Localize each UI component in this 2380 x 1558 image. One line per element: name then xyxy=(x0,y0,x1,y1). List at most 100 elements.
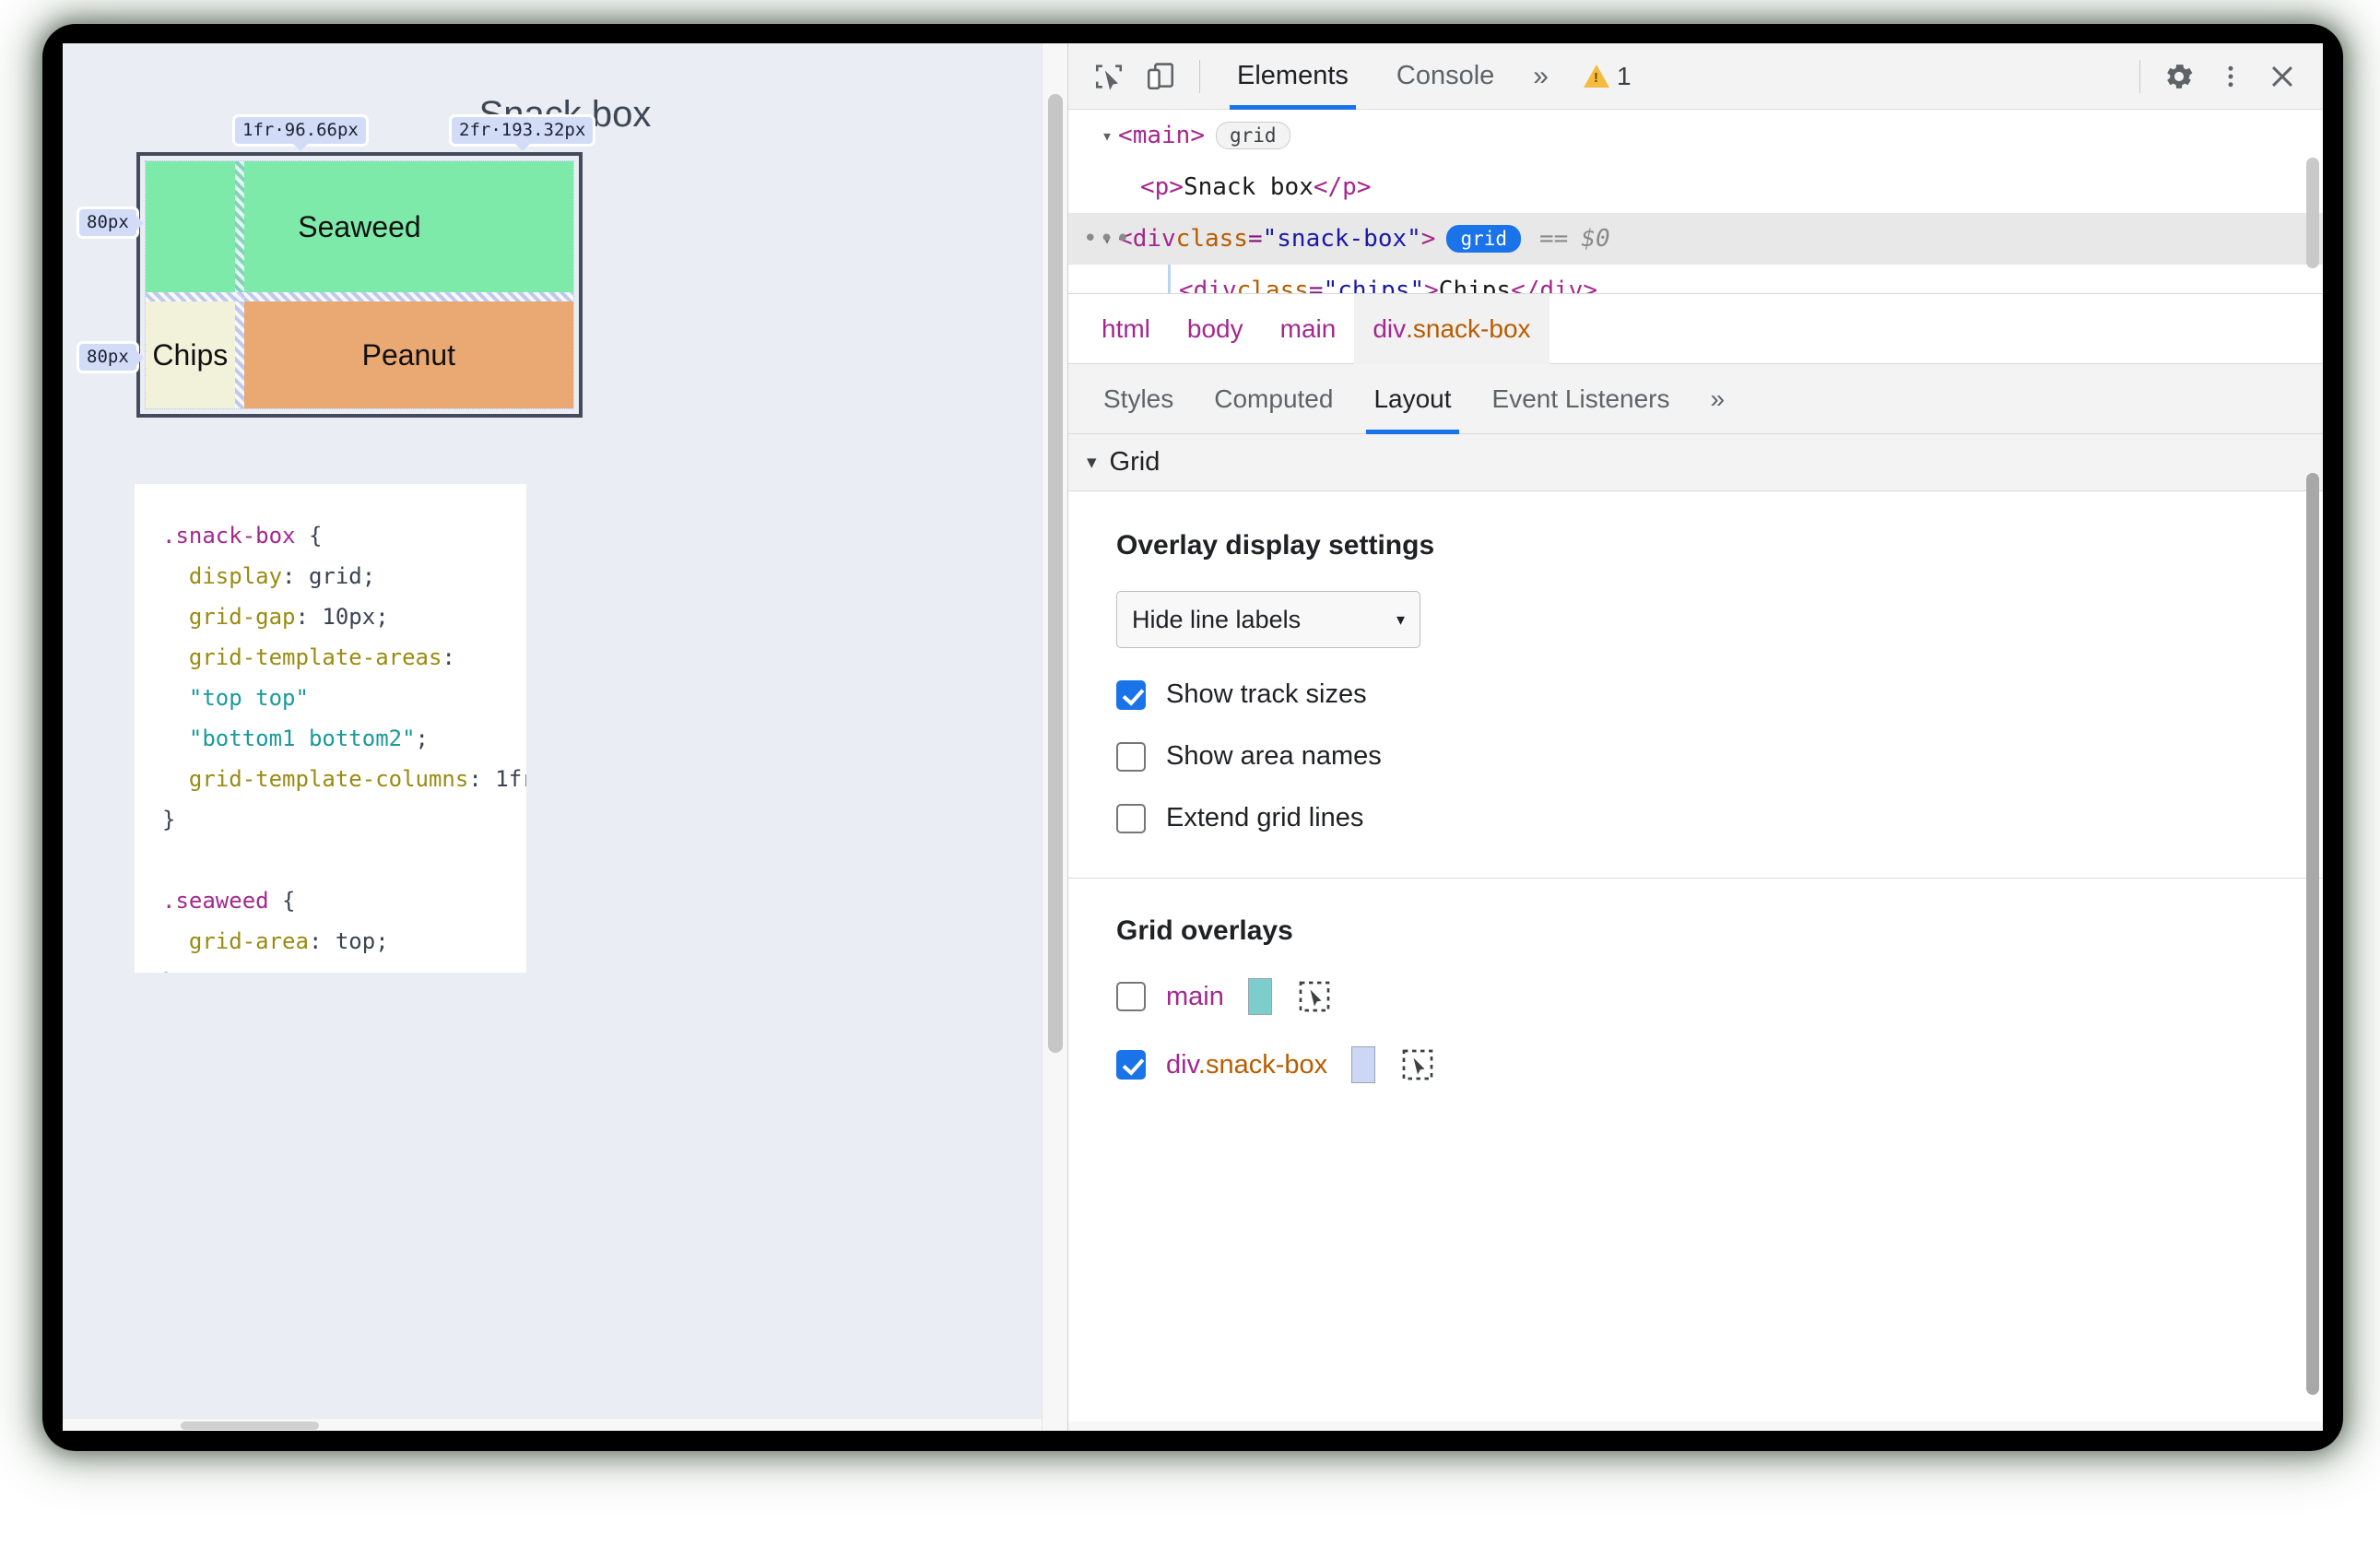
checkbox[interactable] xyxy=(1116,741,1146,772)
code-line: } xyxy=(162,962,499,973)
grid-row-gap xyxy=(146,292,573,301)
code-line: "top top" xyxy=(162,685,309,711)
dom-tree-scroll-thumb[interactable] xyxy=(2306,158,2319,268)
toolbar-right-group xyxy=(2127,51,2308,102)
overlay-display-settings: Overlay display settings Hide line label… xyxy=(1068,491,2323,833)
device-toolbar-icon[interactable] xyxy=(1135,51,1186,102)
page-vertical-scroll-thumb[interactable] xyxy=(1048,94,1063,1053)
sidebar-tab-layout[interactable]: Layout xyxy=(1353,364,1471,434)
gear-icon[interactable] xyxy=(2153,51,2205,102)
code-line: grid-area: top; xyxy=(162,928,389,954)
page-vertical-scrollbar[interactable] xyxy=(1042,43,1067,1431)
overlay-element-name: div.snack-box xyxy=(1166,1049,1328,1080)
breadcrumb-item-html[interactable]: html xyxy=(1083,294,1169,364)
breadcrumb[interactable]: html body main div .snack-box xyxy=(1068,293,2323,364)
tab-console[interactable]: Console xyxy=(1373,43,1518,110)
overlay-checkbox[interactable] xyxy=(1116,1050,1146,1080)
dom-tree-row[interactable]: <p> Snack box </p> xyxy=(1068,161,2323,213)
browser-window: Snack box Seaweed Chips Peanut 1fr·96.66… xyxy=(63,43,2323,1431)
tab-elements[interactable]: Elements xyxy=(1213,43,1373,110)
breadcrumb-item-div[interactable]: div .snack-box xyxy=(1354,293,1549,364)
overlay-checkbox[interactable] xyxy=(1116,982,1146,1011)
css-code-block: .snack-box { display: grid; grid-gap: 10… xyxy=(135,484,526,973)
grid-badge[interactable]: grid xyxy=(1215,122,1290,149)
grid-section-title: Grid xyxy=(1109,447,1161,477)
grid-overlays-title: Grid overlays xyxy=(1116,915,1293,946)
page-horizontal-scrollbar[interactable] xyxy=(63,1418,1042,1431)
chevron-down-icon: ▾ xyxy=(1396,609,1405,629)
grid-overlay-row[interactable]: div.snack-box xyxy=(1116,1046,2275,1083)
warning-triangle-icon xyxy=(1583,65,1609,88)
layout-panel-scrollbar[interactable] xyxy=(2304,434,2321,1431)
grid-overlay-row[interactable]: main xyxy=(1116,978,2275,1015)
checkbox-label: Extend grid lines xyxy=(1166,803,1364,832)
dom-tree[interactable]: ▾ <main> grid <p> Snack box </p> ••• ▾ <div clas… xyxy=(1068,110,2323,294)
sidebar-tab-event-listeners[interactable]: Event Listeners xyxy=(1472,364,1691,434)
sidebar-tabs[interactable]: Styles Computed Layout Event Listeners » xyxy=(1068,364,2323,434)
dom-indent-guide xyxy=(1168,265,1171,293)
layout-panel-scroll-thumb[interactable] xyxy=(2306,473,2319,1395)
checkbox[interactable] xyxy=(1116,803,1146,833)
breadcrumb-item-body[interactable]: body xyxy=(1169,294,1262,364)
track-size-label-column-1: 1fr·96.66px xyxy=(235,117,366,151)
checkbox-row-show-track-sizes[interactable]: Show track sizes xyxy=(1116,679,2275,710)
overlay-settings-title: Overlay display settings xyxy=(1116,530,1435,561)
code-line: display: grid; xyxy=(162,563,376,589)
page-content: Snack box Seaweed Chips Peanut 1fr·96.66… xyxy=(63,43,1067,1431)
layout-panel-horizontal-scrollbar[interactable] xyxy=(1068,1422,2323,1431)
track-size-label-row-2: 80px xyxy=(79,344,144,371)
warning-count: 1 xyxy=(1616,61,1632,90)
dom-tree-row[interactable]: ▾ <main> grid xyxy=(1068,110,2323,161)
track-size-label-row-1: 80px xyxy=(79,209,144,236)
grid-cell-seaweed: Seaweed xyxy=(146,161,573,292)
code-line: "bottom1 bottom2"; xyxy=(162,726,429,751)
code-line: grid-template-areas: xyxy=(162,644,455,670)
breadcrumb-item-main[interactable]: main xyxy=(1262,294,1355,364)
overlay-element-name: main xyxy=(1166,981,1224,1011)
page-viewport: Snack box Seaweed Chips Peanut 1fr·96.66… xyxy=(63,43,1067,1431)
inspect-element-icon[interactable] xyxy=(1083,51,1135,102)
line-labels-select[interactable]: Hide line labels ▾ xyxy=(1116,591,1420,648)
layout-panel: ▾ Grid Overlay display settings Hide lin… xyxy=(1068,434,2323,1431)
toolbar-divider xyxy=(1199,59,1200,93)
more-tabs-icon[interactable]: » xyxy=(1518,61,1563,92)
grid-section-header[interactable]: ▾ Grid xyxy=(1068,434,2323,491)
dom-console-ref: $0 xyxy=(1581,225,1610,253)
devtools-panel: Elements Console » 1 xyxy=(1067,43,2323,1431)
checkbox-row-show-area-names[interactable]: Show area names xyxy=(1116,741,2275,772)
screenshot-root: Snack box Seaweed Chips Peanut 1fr·96.66… xyxy=(0,0,2380,1558)
kebab-menu-icon[interactable] xyxy=(2205,51,2256,102)
grid-cell-peanut: Peanut xyxy=(243,301,573,408)
select-element-icon[interactable] xyxy=(1298,980,1331,1013)
checkbox-label: Show area names xyxy=(1166,741,1382,771)
line-labels-select-value: Hide line labels xyxy=(1132,605,1302,633)
code-line: .snack-box { xyxy=(162,523,323,549)
overlay-color-swatch[interactable] xyxy=(1247,978,1272,1015)
code-line: .seaweed { xyxy=(162,888,296,914)
devtools-toolbar: Elements Console » 1 xyxy=(1068,43,2323,110)
grid-cell-chips: Chips xyxy=(146,301,235,408)
disclosure-triangle-icon[interactable]: ▾ xyxy=(1102,124,1113,147)
select-element-icon[interactable] xyxy=(1401,1048,1434,1081)
overlay-color-swatch[interactable] xyxy=(1351,1046,1376,1083)
grid-column-gap xyxy=(234,161,244,408)
toolbar-divider-2 xyxy=(2139,59,2140,93)
snack-box-grid: Seaweed Chips Peanut xyxy=(145,160,574,409)
sidebar-tab-styles[interactable]: Styles xyxy=(1083,364,1194,434)
grid-overlay-diagram: Seaweed Chips Peanut 1fr·96.66px 2fr·193… xyxy=(79,117,594,418)
grid-badge[interactable]: grid xyxy=(1446,225,1522,253)
dom-row-menu-icon[interactable]: ••• xyxy=(1083,225,1132,253)
checkbox-label: Show track sizes xyxy=(1166,679,1367,709)
sidebar-tabs-more-icon[interactable]: » xyxy=(1691,364,1746,434)
dom-equals: == xyxy=(1539,225,1569,253)
code-line: } xyxy=(162,807,176,832)
page-horizontal-scroll-thumb[interactable] xyxy=(181,1422,319,1430)
warning-indicator[interactable]: 1 xyxy=(1583,61,1632,91)
dom-tree-row[interactable]: <div class = "chips" > Chips </div> xyxy=(1068,265,2323,293)
dom-tree-row[interactable]: ••• ▾ <div class = "snack-box" > grid == $0 xyxy=(1068,213,2323,265)
sidebar-tab-computed[interactable]: Computed xyxy=(1194,364,1353,434)
checkbox[interactable] xyxy=(1116,679,1146,710)
grid-overlays-section: Grid overlays main div.snack-box xyxy=(1068,879,2323,1083)
close-icon[interactable] xyxy=(2256,51,2308,102)
checkbox-row-extend-grid-lines[interactable]: Extend grid lines xyxy=(1116,803,2275,833)
